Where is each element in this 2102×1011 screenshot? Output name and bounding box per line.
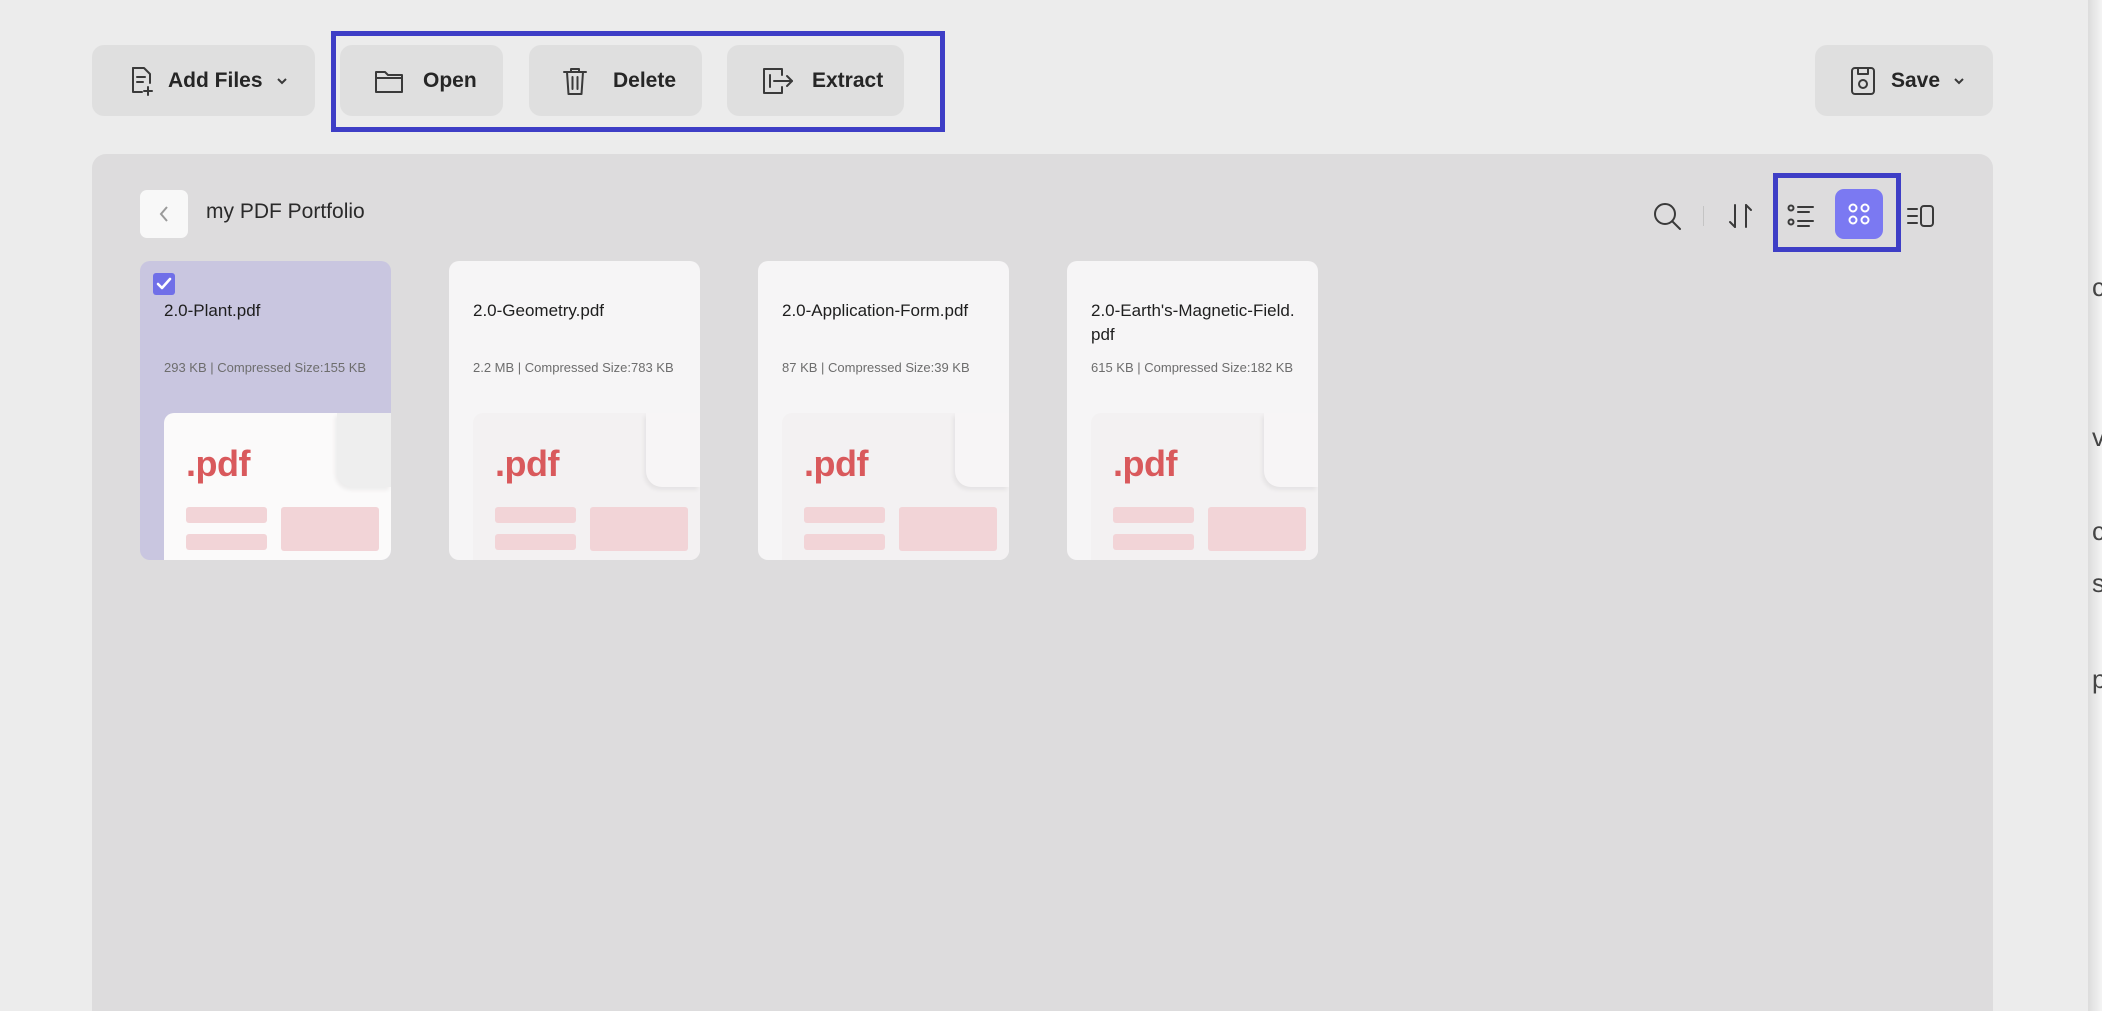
add-file-icon: [126, 65, 156, 97]
page-fold-icon: [646, 413, 700, 487]
extract-icon: [760, 66, 796, 96]
page-fold-icon: [337, 413, 391, 487]
sort-button[interactable]: [1721, 196, 1761, 236]
file-name: 2.0-Application-Form.pdf: [782, 301, 969, 320]
file-name: 2.0-Earth's-Magnetic-Field.pdf: [1091, 301, 1295, 344]
extract-button[interactable]: Extract: [727, 45, 904, 116]
trash-icon: [561, 65, 589, 97]
pdf-thumbnail: .pdf: [473, 413, 700, 560]
background-text: s: [2092, 568, 2102, 598]
portfolio-title: my PDF Portfolio: [206, 200, 365, 223]
detail-view-icon: [1905, 202, 1937, 230]
checkbox-checked-icon[interactable]: [153, 273, 175, 295]
pdf-thumbnail: .pdf: [1091, 413, 1318, 560]
chevron-down-icon: [275, 76, 289, 86]
save-label: Save: [1891, 68, 1941, 92]
pdf-extension-label: .pdf: [1113, 443, 1177, 484]
pdf-extension-label: .pdf: [495, 443, 559, 484]
file-card[interactable]: 2.0-Plant.pdf 293 KB | Compressed Size:1…: [140, 261, 391, 560]
sort-icon: [1726, 201, 1756, 231]
add-files-button[interactable]: Add Files: [92, 45, 315, 116]
page-fold-icon: [1264, 413, 1318, 487]
file-card[interactable]: 2.0-Earth's-Magnetic-Field.pdf 615 KB | …: [1067, 261, 1318, 560]
pdf-extension-label: .pdf: [186, 443, 250, 484]
file-size: 87 KB | Compressed Size:39 KB: [782, 360, 970, 375]
page-fold-icon: [955, 413, 1009, 487]
grid-view-icon: [1844, 199, 1874, 229]
back-button[interactable]: [140, 190, 188, 238]
grid-view-button[interactable]: [1835, 189, 1883, 239]
pdf-extension-label: .pdf: [804, 443, 868, 484]
background-text: v: [2092, 422, 2102, 452]
open-button[interactable]: Open: [340, 45, 503, 116]
file-size: 2.2 MB | Compressed Size:783 KB: [473, 360, 674, 375]
file-card[interactable]: 2.0-Application-Form.pdf 87 KB | Compres…: [758, 261, 1009, 560]
save-icon: [1849, 65, 1877, 97]
save-button[interactable]: Save: [1815, 45, 1993, 116]
search-button[interactable]: [1647, 196, 1687, 236]
file-name: 2.0-Plant.pdf: [164, 301, 261, 320]
list-view-button[interactable]: [1781, 196, 1821, 236]
file-card[interactable]: 2.0-Geometry.pdf 2.2 MB | Compressed Siz…: [449, 261, 700, 560]
background-text: c: [2092, 516, 2102, 546]
list-view-icon: [1786, 202, 1816, 230]
search-icon: [1651, 200, 1683, 232]
toolbar-divider: [1703, 206, 1704, 226]
add-files-label: Add Files: [168, 68, 263, 92]
delete-button[interactable]: Delete: [529, 45, 702, 116]
file-name: 2.0-Geometry.pdf: [473, 301, 605, 320]
pdf-thumbnail: .pdf: [782, 413, 1009, 560]
file-size: 293 KB | Compressed Size:155 KB: [164, 360, 367, 375]
background-text: c: [2092, 272, 2102, 302]
background-window-edge: [2088, 0, 2102, 1011]
pdf-thumbnail: .pdf: [164, 413, 391, 560]
background-text: p: [2092, 664, 2102, 694]
chevron-down-icon: [1952, 76, 1966, 86]
portfolio-panel: my PDF Portfolio 2.0-Plant.pdf 293 KB | …: [92, 154, 1993, 1011]
open-label: Open: [423, 68, 477, 92]
file-size: 615 KB | Compressed Size:182 KB: [1091, 360, 1294, 375]
folder-icon: [373, 67, 405, 95]
extract-label: Extract: [812, 68, 884, 92]
detail-view-button[interactable]: [1901, 196, 1941, 236]
delete-label: Delete: [613, 68, 677, 92]
chevron-left-icon: [157, 204, 171, 224]
